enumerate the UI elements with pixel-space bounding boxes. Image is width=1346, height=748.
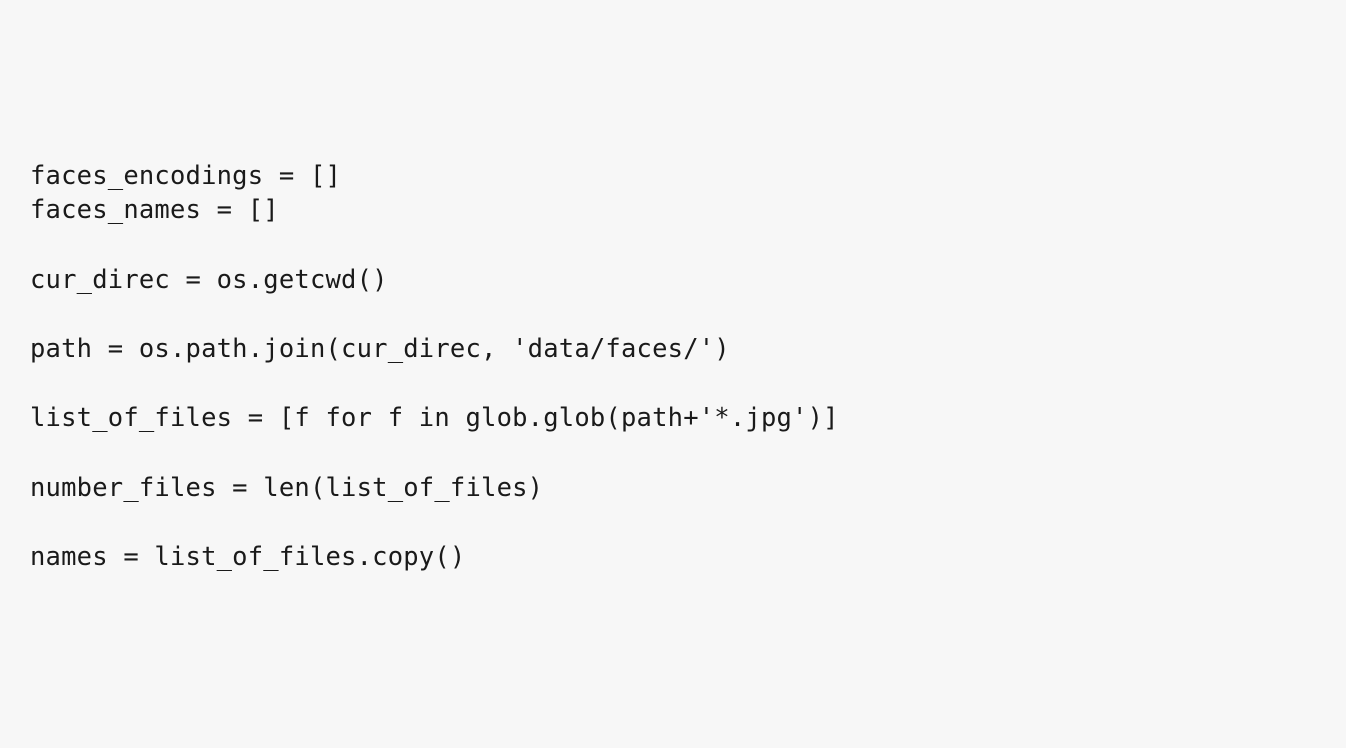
code-line: list_of_files = [f for f in glob.glob(pa…	[30, 401, 1316, 436]
blank-line	[30, 436, 1316, 471]
code-line: names = list_of_files.copy()	[30, 540, 1316, 575]
code-line: cur_direc = os.getcwd()	[30, 263, 1316, 298]
code-line: faces_encodings = []	[30, 159, 1316, 194]
blank-line	[30, 367, 1316, 402]
code-line: number_files = len(list_of_files)	[30, 471, 1316, 506]
blank-line	[30, 297, 1316, 332]
code-line: path = os.path.join(cur_direc, 'data/fac…	[30, 332, 1316, 367]
code-line: faces_names = []	[30, 193, 1316, 228]
blank-line	[30, 505, 1316, 540]
blank-line	[30, 228, 1316, 263]
